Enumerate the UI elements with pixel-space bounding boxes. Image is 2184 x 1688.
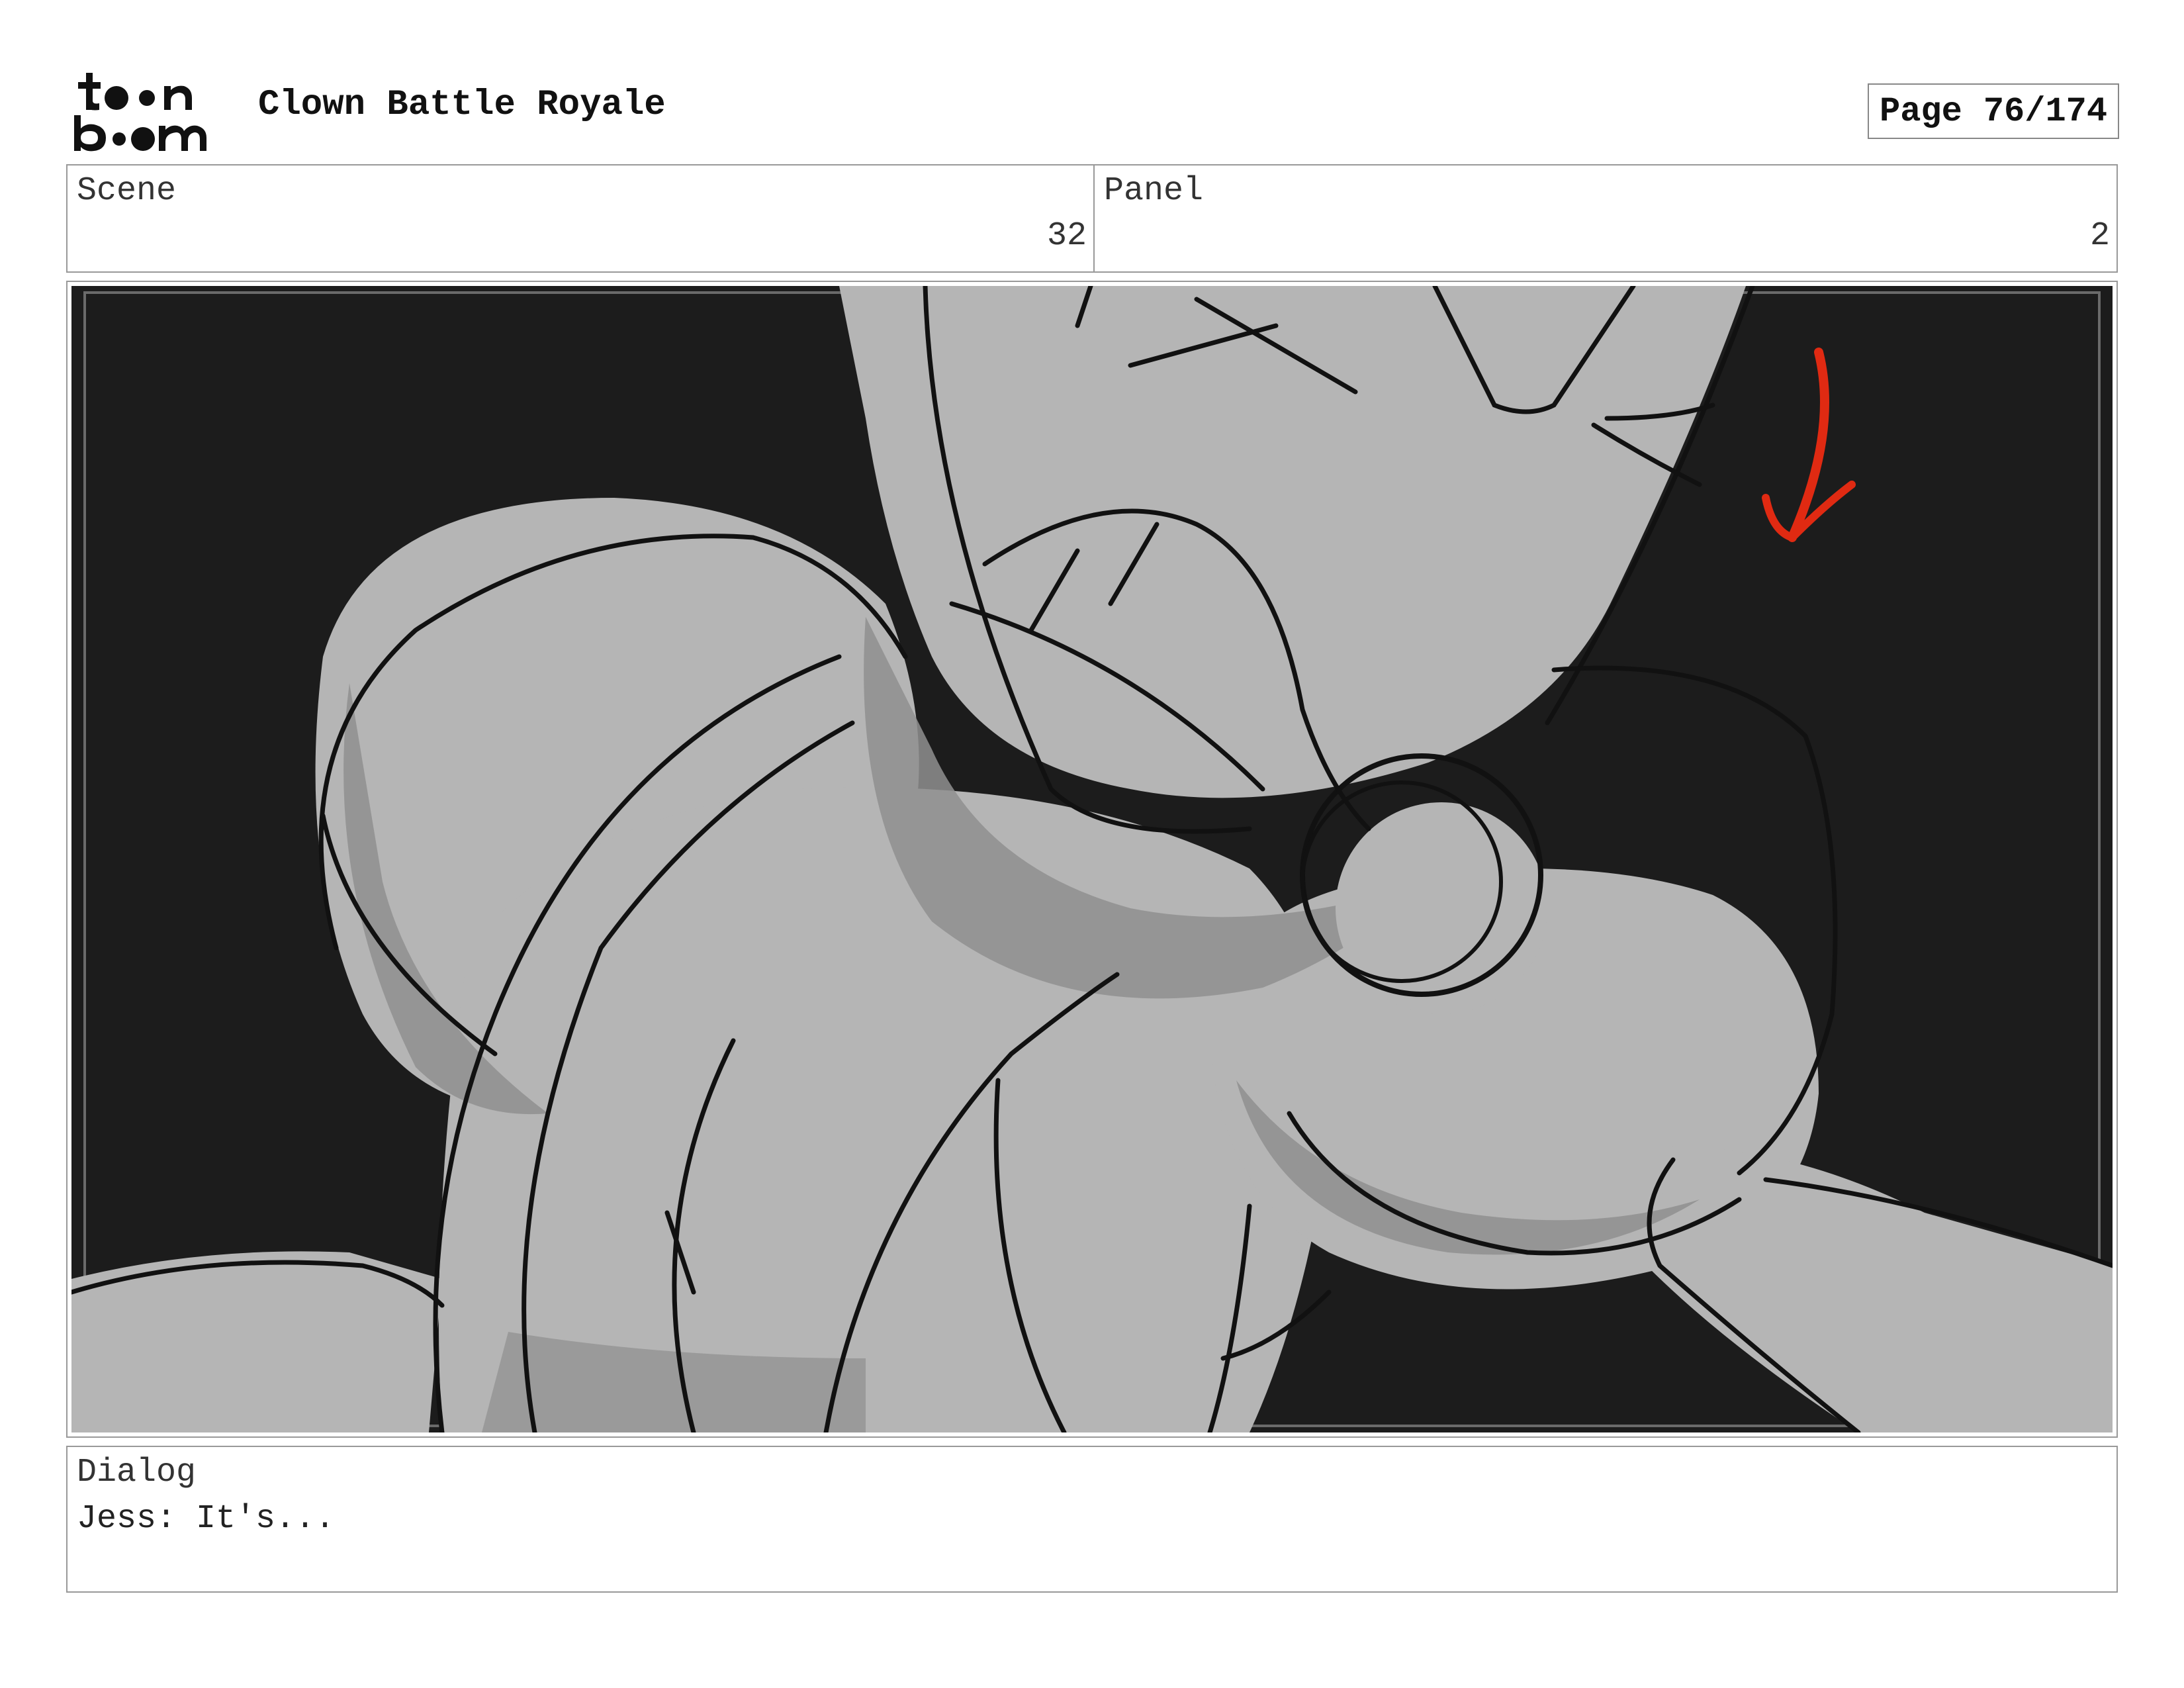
scene-cell: Scene 32 (68, 165, 1095, 271)
page-indicator: Page 76/174 (1868, 83, 2119, 139)
panel-label: Panel (1104, 172, 1204, 210)
scene-panel-info: Scene 32 Panel 2 (66, 164, 2118, 273)
project-title: Clown Battle Royale (258, 85, 666, 125)
dialog-text: Jess: It's... (77, 1500, 336, 1538)
page-number: 76/174 (1983, 91, 2108, 131)
storyboard-frame (66, 281, 2118, 1438)
panel-cell: Panel 2 (1095, 165, 2116, 271)
scene-number: 32 (1046, 217, 1087, 255)
toon-boom-logo (71, 69, 230, 155)
dialog-label: Dialog (77, 1454, 197, 1491)
dialog-box: Dialog Jess: It's... (66, 1446, 2118, 1593)
page-label: Page (1880, 91, 1962, 131)
scene-label: Scene (77, 172, 177, 210)
storyboard-sketch (71, 286, 2113, 1432)
panel-number: 2 (2089, 217, 2110, 255)
